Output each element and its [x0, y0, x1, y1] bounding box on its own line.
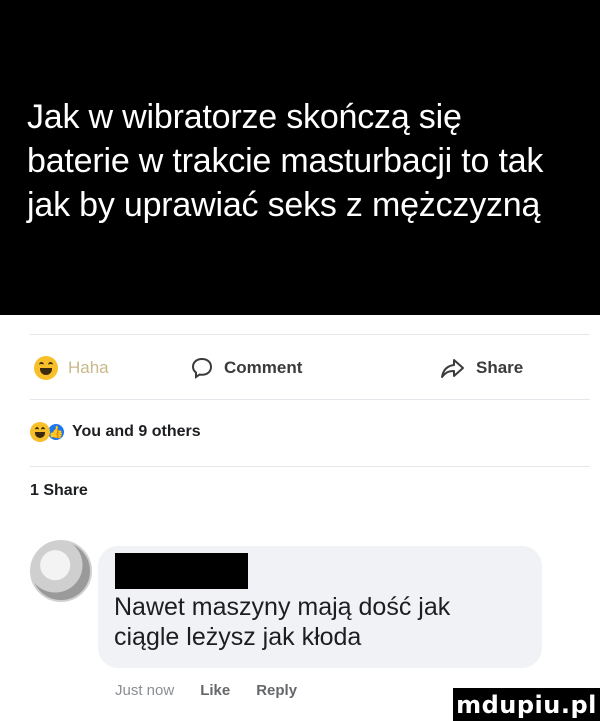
comment-reply-button[interactable]: Reply	[256, 682, 297, 699]
comment-like-button[interactable]: Like	[200, 682, 230, 699]
share-label: Share	[476, 358, 524, 377]
comment-icon	[191, 357, 213, 379]
redacted-author-name	[115, 553, 248, 589]
comment-label: Comment	[224, 358, 303, 377]
reaction-icons: 👍	[30, 422, 66, 442]
haha-emoji-icon	[30, 422, 50, 442]
divider	[30, 466, 590, 467]
avatar[interactable]	[30, 540, 92, 602]
comment-text-line: Nawet maszyny mają dość jak	[114, 593, 451, 621]
share-button[interactable]: Share	[440, 335, 523, 401]
share-arrow-icon	[441, 359, 464, 378]
reaction-summary-text: You and 9 others	[72, 423, 201, 440]
watermark-logo: mdupiu.pl	[453, 688, 600, 721]
haha-button[interactable]: Haha	[34, 335, 109, 401]
post-text-line: Jak w wibratorze skończą się	[27, 98, 462, 136]
comment-timestamp: Just now	[115, 682, 175, 699]
post-action-bar: Haha Comment Share	[30, 334, 590, 400]
post-text-line: jak by uprawiać seks z mężczyzną	[27, 186, 541, 224]
post-text: Jak w wibratorze skończą się baterie w t…	[27, 95, 587, 227]
comment-text: Nawet maszyny mają dość jak ciągle leżys…	[114, 592, 534, 652]
haha-label: Haha	[68, 358, 109, 377]
comment-actions: Just now Like Reply	[115, 682, 297, 699]
comment-text-line: ciągle leżysz jak kłoda	[114, 623, 362, 651]
reaction-summary[interactable]: 👍 You and 9 others	[30, 412, 201, 452]
post-text-line: baterie w trakcie masturbacji to tak	[27, 142, 544, 180]
share-count[interactable]: 1 Share	[30, 482, 88, 500]
comment-button[interactable]: Comment	[190, 335, 302, 401]
haha-emoji-icon	[34, 356, 58, 380]
